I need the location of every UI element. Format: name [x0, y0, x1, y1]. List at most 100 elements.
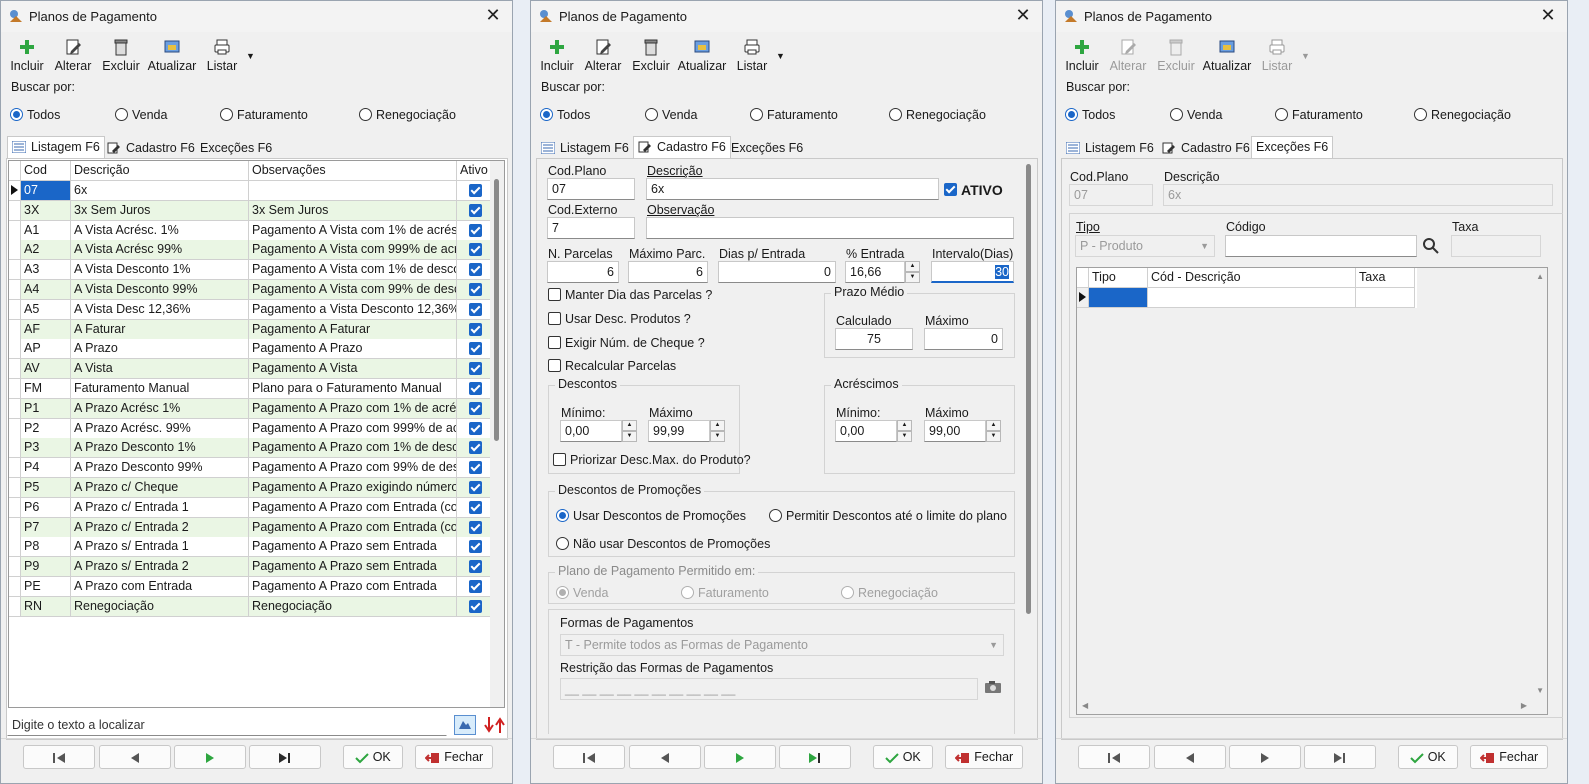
radio-venda[interactable]: Venda — [115, 108, 167, 122]
cell-cod[interactable]: P9 — [21, 557, 71, 578]
ativo-checkbox[interactable] — [469, 243, 482, 257]
cell-obs[interactable]: Pagamento A Vista — [249, 359, 457, 380]
ativo-checkbox[interactable] — [469, 441, 482, 455]
cell-ativo[interactable] — [457, 181, 493, 201]
ativo-checkbox[interactable] — [469, 481, 482, 494]
cell-desc[interactable]: A Prazo c/ Entrada 2 — [71, 517, 249, 538]
cell-obs[interactable]: Pagamento A Prazo com Entrada (com — [249, 497, 457, 518]
acr-min-input[interactable]: 0,00 — [835, 420, 897, 442]
table-row[interactable]: P3 A Prazo Desconto 1% Pagamento A Prazo c… — [9, 438, 493, 459]
radio-todos[interactable]: Todos — [1065, 108, 1115, 122]
cell-ativo[interactable] — [457, 438, 493, 459]
cell-ativo[interactable] — [457, 458, 493, 479]
ativo-checkbox[interactable] — [469, 599, 482, 613]
cell-desc[interactable]: A Prazo s/ Entrada 1 — [71, 537, 249, 558]
scrollbar-thumb[interactable] — [1026, 164, 1031, 614]
radio-renegociacao[interactable]: Renegociação — [1414, 108, 1511, 122]
table-row[interactable]: 07 6x — [9, 181, 493, 201]
ativo-checkbox[interactable] — [469, 184, 482, 197]
sort-arrows-icon[interactable] — [483, 715, 507, 735]
cell-desc[interactable]: A Prazo — [71, 339, 249, 360]
cell-ativo[interactable] — [457, 596, 493, 617]
observacao-input[interactable] — [646, 217, 1014, 239]
search-options-icon[interactable] — [454, 715, 476, 735]
cod-externo-input[interactable]: 7 — [547, 217, 635, 239]
cell-obs[interactable]: Pagamento A Prazo — [249, 339, 457, 360]
cell-obs[interactable]: Pagamento A Vista com 1% de acréscimo — [249, 220, 457, 241]
cell-desc[interactable]: Faturamento Manual — [71, 379, 249, 399]
nav-last-button[interactable] — [249, 745, 321, 769]
cell-cod[interactable]: P2 — [21, 418, 71, 439]
listar-button[interactable]: Listar — [735, 37, 769, 73]
table-row[interactable]: RN Renegociação Renegociação — [9, 596, 493, 617]
usar-desc-checkbox[interactable]: Usar Desc. Produtos ? — [548, 312, 691, 326]
cell-desc[interactable]: A Vista Acrésc. 1% — [71, 220, 249, 241]
ativo-checkbox[interactable] — [469, 500, 482, 514]
table-row[interactable]: AV A Vista Pagamento A Vista — [9, 359, 493, 380]
cell-ativo[interactable] — [457, 220, 493, 241]
radio-nao-usar-promo[interactable]: Não usar Descontos de Promoções — [556, 537, 770, 551]
listar-dropdown-icon[interactable]: ▼ — [1301, 51, 1310, 61]
cell-ativo[interactable] — [457, 557, 493, 578]
col-ativo[interactable]: Ativo — [457, 161, 493, 181]
cell-cod[interactable]: P1 — [21, 398, 71, 419]
max-parc-input[interactable]: 6 — [628, 261, 708, 283]
intervalo-input[interactable]: 30 — [931, 261, 1014, 283]
table-row[interactable]: FM Faturamento Manual Plano para o Faturam… — [9, 379, 493, 399]
manter-dia-checkbox[interactable]: Manter Dia das Parcelas ? — [548, 288, 712, 302]
cell-cod[interactable]: P7 — [21, 517, 71, 538]
table-row[interactable]: P5 A Prazo c/ Cheque Pagamento A Prazo exi… — [9, 478, 493, 498]
nav-first-button[interactable] — [1078, 745, 1150, 769]
cell-cod[interactable]: RN — [21, 596, 71, 617]
nav-prev-button[interactable] — [1154, 745, 1226, 769]
cell-cod[interactable]: A4 — [21, 280, 71, 300]
descricao-input[interactable]: 6x — [646, 178, 939, 200]
acr-max-input[interactable]: 99,00 — [924, 420, 986, 442]
cell-ativo[interactable] — [457, 359, 493, 380]
cell-desc[interactable]: A Vista Acrésc 99% — [71, 240, 249, 261]
col-observacoes[interactable]: Observações — [249, 161, 457, 181]
table-row[interactable]: P6 A Prazo c/ Entrada 1 Pagamento A Prazo … — [9, 497, 493, 518]
cell-obs[interactable]: Pagamento A Vista com 1% de desconto — [249, 260, 457, 281]
nav-first-button[interactable] — [23, 745, 95, 769]
cell-cod[interactable]: 3X — [21, 200, 71, 221]
cell-obs[interactable] — [249, 181, 457, 201]
cell-ativo[interactable] — [457, 418, 493, 439]
ativo-checkbox[interactable] — [469, 223, 482, 237]
cell-obs[interactable]: Pagamento A Prazo com Entrada (com — [249, 517, 457, 538]
cell-ativo[interactable] — [457, 260, 493, 281]
table-row[interactable]: P1 A Prazo Acrésc 1% Pagamento A Prazo com… — [9, 398, 493, 419]
cell-obs[interactable]: Pagamento A Faturar — [249, 319, 457, 340]
col-tipo[interactable]: Tipo — [1089, 268, 1148, 288]
cell-cod[interactable]: PE — [21, 577, 71, 597]
priorizar-checkbox[interactable]: Priorizar Desc.Max. do Produto? — [553, 453, 751, 467]
ativo-checkbox[interactable] — [469, 302, 482, 316]
ativo-checkbox[interactable] — [944, 183, 957, 196]
cell-ativo[interactable] — [457, 240, 493, 261]
radio-todos[interactable]: Todos — [10, 108, 60, 122]
n-parcelas-input[interactable]: 6 — [547, 261, 619, 283]
close-icon[interactable]: ✕ — [1537, 4, 1559, 26]
recalcular-checkbox[interactable]: Recalcular Parcelas — [548, 359, 676, 373]
radio-perm-renegociacao[interactable]: Renegociação — [841, 586, 938, 600]
cell-cod[interactable]: AF — [21, 319, 71, 340]
table-row[interactable]: 3X 3x Sem Juros 3x Sem Juros — [9, 200, 493, 221]
cell-cod[interactable]: A3 — [21, 260, 71, 281]
cell-obs[interactable]: Pagamento A Prazo com 1% de desconto — [249, 438, 457, 459]
radio-permitir-promo[interactable]: Permitir Descontos até o limite do plano — [769, 509, 1007, 523]
tab-listagem[interactable]: Listagem F6 — [1062, 138, 1158, 160]
nav-prev-button[interactable] — [629, 745, 701, 769]
table-row[interactable]: A2 A Vista Acrésc 99% Pagamento A Vista co… — [9, 240, 493, 261]
cell-obs[interactable]: Pagamento A Prazo com 1% de acréscimo — [249, 398, 457, 419]
cell-ativo[interactable] — [457, 537, 493, 558]
tab-excecoes[interactable]: Exceções F6 — [196, 138, 276, 160]
atualizar-button[interactable]: Atualizar — [677, 37, 727, 73]
cell-cod[interactable]: P3 — [21, 438, 71, 459]
cell-desc[interactable]: A Vista Desconto 1% — [71, 260, 249, 281]
pct-entrada-input[interactable]: 16,66 — [845, 261, 905, 283]
acr-min-spinner[interactable]: ▲ ▼ — [897, 420, 912, 442]
tipo-select[interactable]: P - Produto ▼ — [1075, 235, 1215, 257]
nav-last-button[interactable] — [779, 745, 851, 769]
cell-ativo[interactable] — [457, 517, 493, 538]
cell-obs[interactable]: Pagamento A Vista com 99% de desconto — [249, 280, 457, 300]
